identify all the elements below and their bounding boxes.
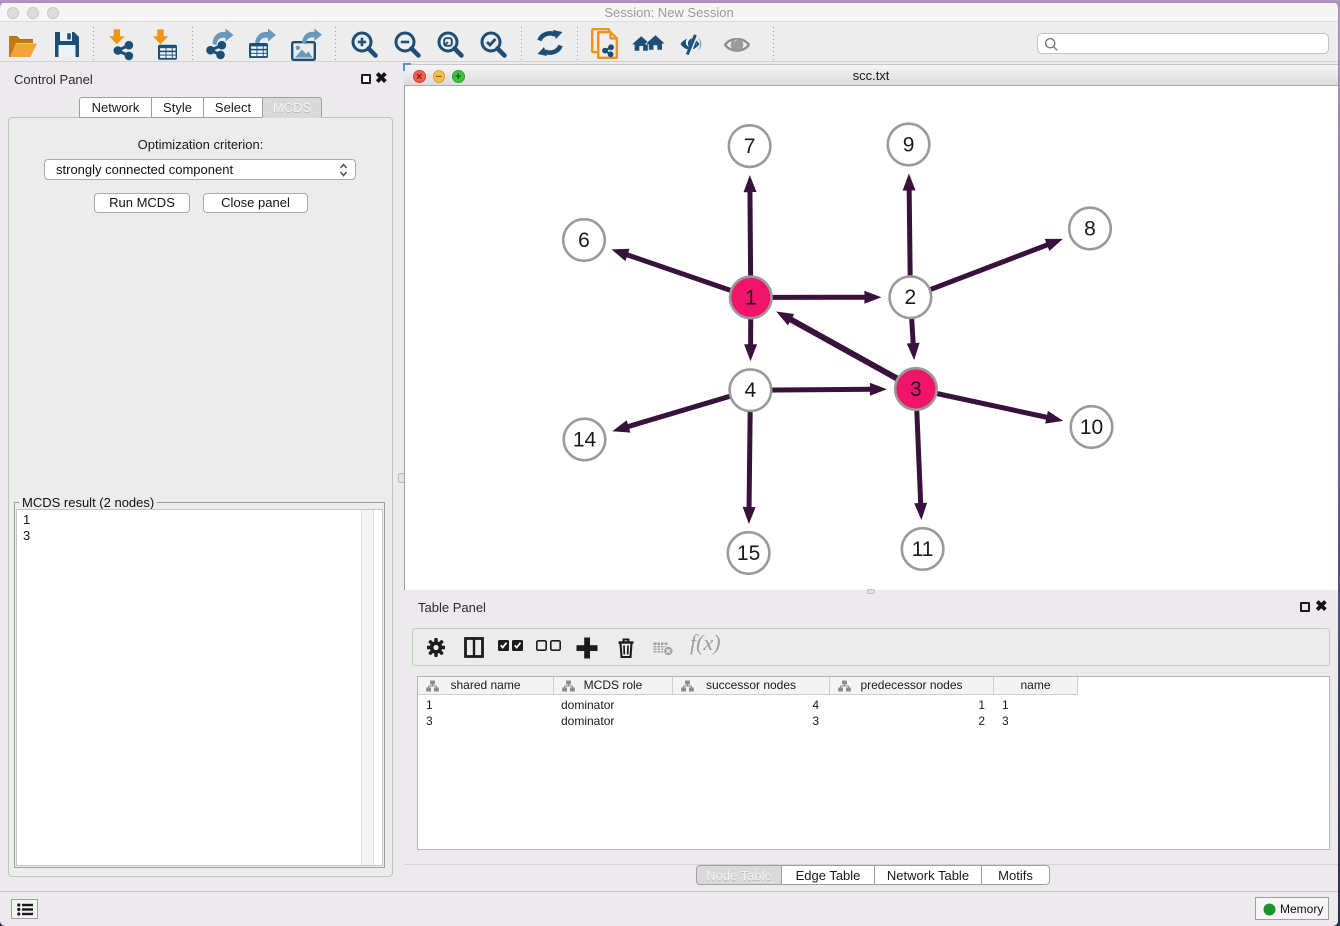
- svg-text:10: 10: [1080, 416, 1103, 439]
- svg-text:6: 6: [578, 229, 590, 252]
- svg-text:3: 3: [910, 378, 922, 401]
- svg-text:11: 11: [912, 538, 934, 561]
- svg-text:7: 7: [744, 135, 756, 158]
- svg-text:8: 8: [1084, 218, 1096, 241]
- svg-text:1: 1: [745, 286, 757, 309]
- svg-text:4: 4: [745, 379, 757, 402]
- svg-text:9: 9: [903, 134, 915, 157]
- svg-text:14: 14: [573, 429, 597, 452]
- svg-text:f(x): f(x): [690, 632, 721, 655]
- svg-text:15: 15: [737, 542, 760, 565]
- svg-text:2: 2: [905, 286, 917, 309]
